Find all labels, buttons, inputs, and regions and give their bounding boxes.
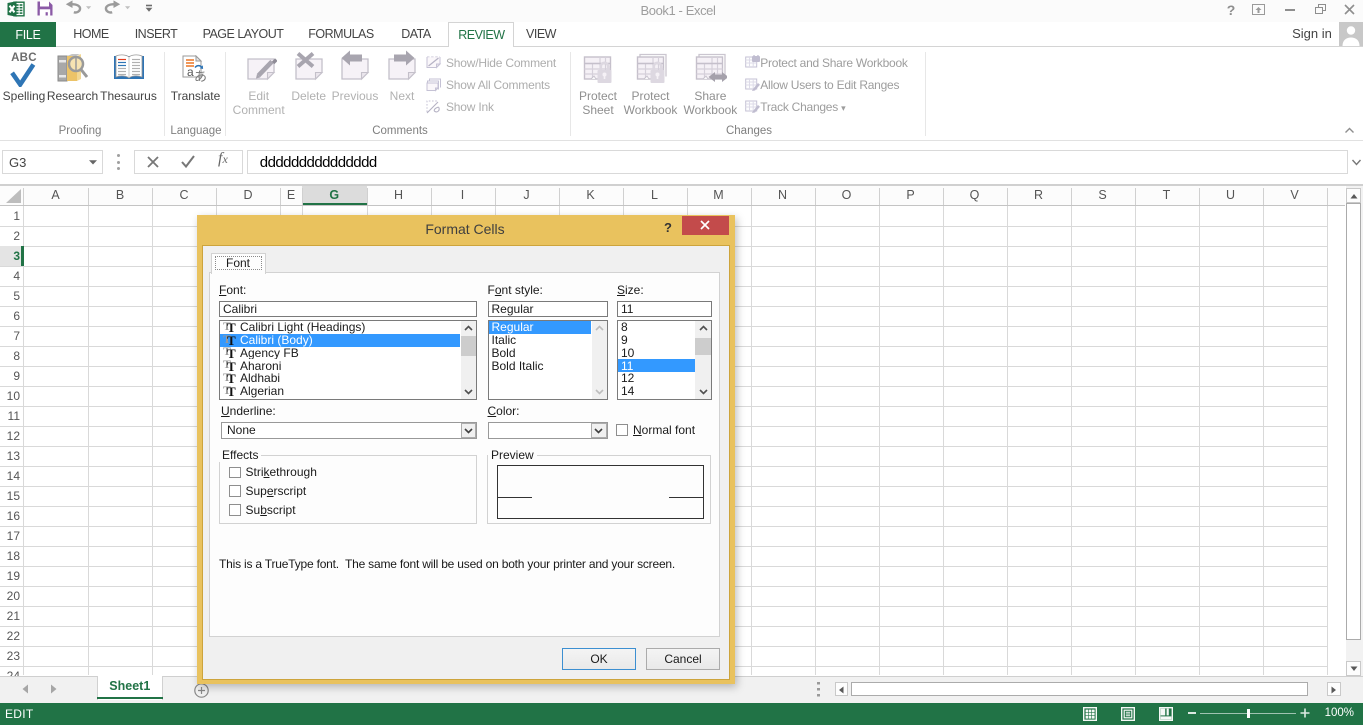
svg-text:あ: あ	[194, 69, 207, 84]
svg-text:a: a	[187, 65, 194, 79]
